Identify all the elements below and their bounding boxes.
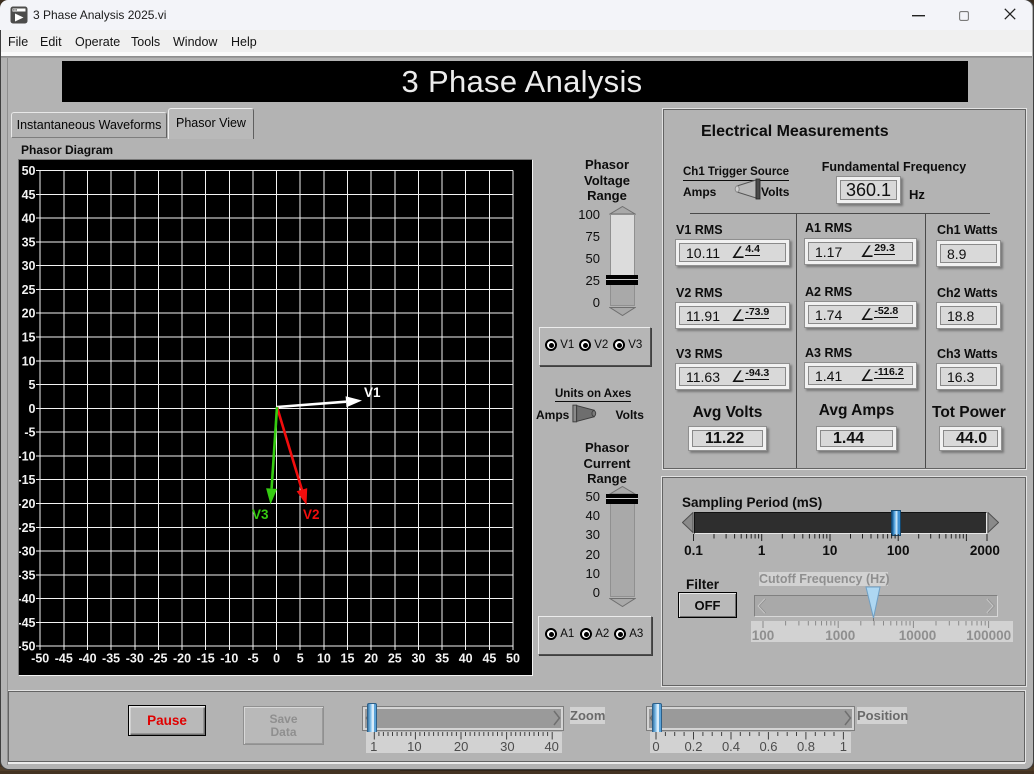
svg-text:50: 50 [506, 652, 520, 666]
svg-text:-15: -15 [19, 473, 36, 487]
svg-text:20: 20 [22, 307, 36, 321]
svg-text:10: 10 [22, 354, 36, 368]
svg-text:V2: V2 [303, 507, 320, 522]
svg-text:-25: -25 [19, 521, 36, 535]
svg-text:15: 15 [22, 331, 36, 345]
svg-text:-15: -15 [197, 652, 215, 666]
svg-text:-35: -35 [102, 652, 120, 666]
svg-text:0: 0 [29, 402, 36, 416]
svg-text:V1: V1 [364, 385, 381, 400]
svg-text:35: 35 [435, 652, 449, 666]
svg-text:-40: -40 [19, 592, 36, 606]
svg-text:45: 45 [22, 188, 36, 202]
svg-text:-20: -20 [173, 652, 191, 666]
svg-text:-40: -40 [78, 652, 96, 666]
svg-text:30: 30 [411, 652, 425, 666]
svg-text:-30: -30 [19, 545, 36, 559]
svg-text:20: 20 [364, 652, 378, 666]
svg-text:45: 45 [482, 652, 496, 666]
svg-text:0: 0 [273, 652, 280, 666]
svg-text:5: 5 [297, 652, 304, 666]
svg-text:V3: V3 [252, 507, 269, 522]
svg-text:-5: -5 [247, 652, 258, 666]
svg-text:-10: -10 [220, 652, 238, 666]
svg-text:-45: -45 [55, 652, 73, 666]
svg-text:40: 40 [459, 652, 473, 666]
svg-text:-50: -50 [31, 652, 49, 666]
svg-text:-10: -10 [19, 449, 36, 463]
svg-text:-30: -30 [126, 652, 144, 666]
svg-text:15: 15 [341, 652, 355, 666]
svg-text:25: 25 [388, 652, 402, 666]
svg-text:-5: -5 [24, 426, 35, 440]
svg-text:50: 50 [22, 164, 36, 178]
svg-text:10: 10 [317, 652, 331, 666]
svg-text:25: 25 [22, 283, 36, 297]
svg-text:-25: -25 [149, 652, 167, 666]
svg-text:35: 35 [22, 235, 36, 249]
svg-text:5: 5 [29, 378, 36, 392]
svg-text:-35: -35 [19, 568, 36, 582]
svg-text:40: 40 [22, 212, 36, 226]
svg-text:-20: -20 [19, 497, 36, 511]
svg-text:-45: -45 [19, 616, 36, 630]
svg-text:30: 30 [22, 259, 36, 273]
